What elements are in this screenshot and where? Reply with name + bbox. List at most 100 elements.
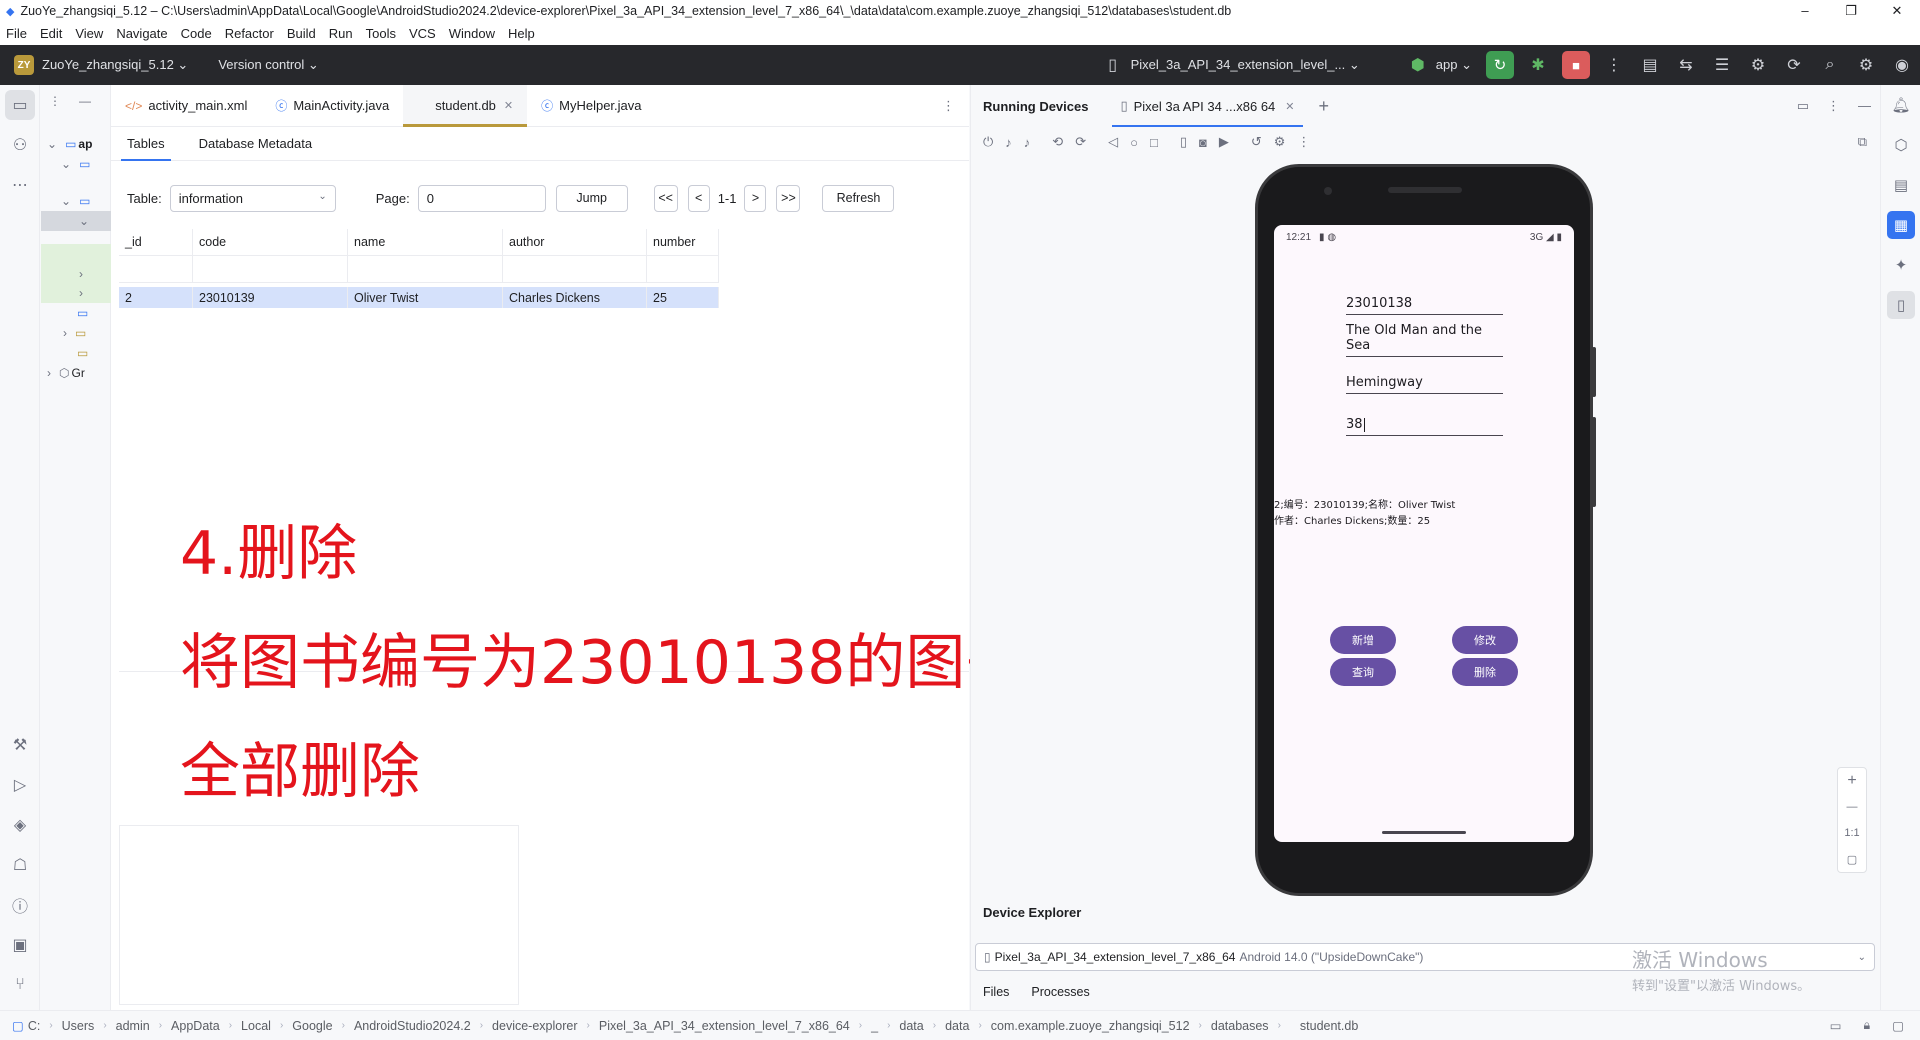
breadcrumb-item[interactable]: student.db [1300, 1019, 1358, 1033]
jump-button[interactable]: Jump [555, 184, 628, 212]
volume-up-icon[interactable]: ♪ [1005, 135, 1012, 150]
table-select[interactable]: information ⌄ [169, 184, 336, 212]
number-field[interactable]: 38 [1346, 410, 1503, 436]
power-icon[interactable]: ⏻ [983, 134, 993, 150]
breadcrumb-item[interactable]: AppData [171, 1019, 220, 1033]
menu-edit[interactable]: Edit [40, 26, 62, 41]
record-icon[interactable]: ▶ [1219, 134, 1229, 150]
run-config-selector[interactable]: app ⌄ [1436, 57, 1472, 73]
layout-icon[interactable]: ▭ [1830, 1018, 1842, 1033]
menu-window[interactable]: Window [449, 26, 495, 41]
table-cell[interactable] [647, 256, 719, 282]
tab-files[interactable]: Files [983, 985, 1009, 999]
settings-icon[interactable]: ⚙ [1848, 55, 1884, 75]
close-tab-icon[interactable]: ✕ [1285, 100, 1294, 113]
table-cell[interactable] [193, 256, 348, 282]
more-actions-icon[interactable]: ⋮ [1596, 55, 1632, 75]
debug-icon[interactable]: ✱ [1520, 55, 1556, 75]
zoom-in-button[interactable]: + [1847, 768, 1856, 794]
book-name-field[interactable]: The Old Man and the Sea [1346, 323, 1503, 357]
profiler-icon[interactable]: ⚙ [1740, 55, 1776, 75]
table-cell[interactable]: Oliver Twist [348, 287, 503, 308]
breadcrumb-item[interactable]: Pixel_3a_API_34_extension_level_7_x86_64 [599, 1019, 850, 1033]
table-row[interactable]: 2 23010139 Oliver Twist Charles Dickens … [119, 287, 719, 308]
breadcrumb-item[interactable]: AndroidStudio2024.2 [354, 1019, 471, 1033]
breadcrumb-item[interactable]: data [899, 1019, 923, 1033]
breadcrumb-item[interactable]: C: [28, 1019, 41, 1033]
terminal-icon[interactable]: ▣ [0, 925, 40, 965]
tree-node-selected[interactable]: ⌄ [41, 211, 111, 231]
build-icon[interactable]: ⚒ [0, 725, 40, 765]
breadcrumb-item[interactable]: device-explorer [492, 1019, 577, 1033]
add-button[interactable]: 新增 [1330, 626, 1396, 654]
table-cell[interactable]: Charles Dickens [503, 287, 647, 308]
device-manager-icon[interactable]: ▤ [1632, 55, 1668, 75]
breadcrumb-item[interactable]: Local [241, 1019, 271, 1033]
snapshot-icon[interactable]: ↺ [1251, 134, 1262, 150]
zoom-out-button[interactable]: — [1847, 794, 1858, 820]
minimize-button[interactable]: – [1782, 0, 1828, 22]
tab-activity-main-xml[interactable]: </> activity_main.xml [111, 85, 261, 126]
menu-help[interactable]: Help [508, 26, 535, 41]
menu-navigate[interactable]: Navigate [116, 26, 167, 41]
options-icon[interactable]: ⋮ [1827, 98, 1840, 114]
column-header[interactable]: number [647, 229, 719, 255]
more-tools-icon[interactable]: ⋯ [0, 165, 40, 205]
gesture-bar[interactable] [1382, 831, 1466, 834]
more-icon[interactable]: ⋮ [1297, 134, 1310, 150]
menu-build[interactable]: Build [287, 26, 316, 41]
device-explorer-icon[interactable]: ▦ [1887, 211, 1915, 239]
resource-manager-icon[interactable]: ⚇ [0, 125, 40, 165]
tab-overflow-icon[interactable]: ⋮ [942, 85, 955, 126]
first-page-button[interactable]: << [653, 184, 678, 212]
menu-view[interactable]: View [75, 26, 103, 41]
tree-node-folder[interactable]: ⌄ ▭ [41, 154, 111, 174]
git-icon[interactable]: ⑂ [0, 965, 40, 1005]
table-cell[interactable] [119, 256, 193, 282]
tree-node-folder[interactable]: › ▭ [41, 323, 111, 343]
breadcrumb-item[interactable]: admin [116, 1019, 150, 1033]
device-selector[interactable]: Pixel_3a_API_34_extension_level_... ⌄ [1131, 57, 1360, 73]
zoom-actual-button[interactable]: 1:1 [1844, 820, 1859, 846]
logcat-icon[interactable]: ☖ [0, 845, 40, 885]
tree-node-green[interactable] [41, 244, 111, 264]
edit-button[interactable]: 修改 [1452, 626, 1518, 654]
lock-icon[interactable]: 🔒︎ [1864, 1018, 1871, 1033]
home-icon[interactable]: ○ [1130, 135, 1138, 150]
column-header[interactable]: name [348, 229, 503, 255]
project-selector[interactable]: ZuoYe_zhangsiqi_5.12 ⌄ [42, 57, 188, 73]
last-page-button[interactable]: >> [776, 184, 801, 212]
column-header[interactable]: author [503, 229, 647, 255]
rerun-icon[interactable]: ↻ [1486, 51, 1514, 79]
breadcrumb-item[interactable]: com.example.zuoye_zhangsiqi_512 [991, 1019, 1190, 1033]
close-window-button[interactable]: ✕ [1874, 0, 1920, 22]
table-cell[interactable]: 25 [647, 287, 719, 308]
app-inspection-icon[interactable]: ◈ [0, 805, 40, 845]
table-cell[interactable] [503, 256, 647, 282]
menu-refactor[interactable]: Refactor [225, 26, 274, 41]
tree-node-app[interactable]: ⌄ ▭ ap [41, 134, 111, 154]
tree-node-folder[interactable]: ⌄ ▭ [41, 191, 111, 211]
breadcrumb-item[interactable]: _ [871, 1019, 878, 1033]
tab-student-db[interactable]: student.db ✕ [403, 85, 528, 127]
search-icon[interactable]: ⌕ [1812, 56, 1848, 74]
gradle-sync-icon[interactable]: ⟳ [1776, 55, 1812, 75]
restore-button[interactable]: ❐ [1828, 0, 1874, 22]
breadcrumb-item[interactable]: Google [292, 1019, 332, 1033]
project-folder-icon[interactable]: ▭ [5, 90, 35, 120]
column-header[interactable]: _id [119, 229, 193, 255]
hide-panel-icon[interactable]: — [1858, 98, 1871, 114]
tab-myhelper-java[interactable]: ⓒ MyHelper.java [527, 85, 655, 126]
sync-icon[interactable]: ⇆ [1668, 55, 1704, 75]
tree-node-green[interactable]: › [41, 283, 111, 303]
device-tab[interactable]: ▯ Pixel 3a API 34 ...x86 64 ✕ [1112, 85, 1303, 127]
layout-icon[interactable]: ▭ [1797, 98, 1809, 114]
fold-icon[interactable]: ▯ [1180, 134, 1187, 150]
author-field[interactable]: Hemingway [1346, 368, 1503, 394]
delete-button[interactable]: 删除 [1452, 658, 1518, 686]
page-input[interactable]: 0 [417, 184, 546, 212]
menu-tools[interactable]: Tools [366, 26, 396, 41]
mirror-icon[interactable]: ⧉ [1858, 134, 1867, 150]
query-button[interactable]: 查询 [1330, 658, 1396, 686]
code-field[interactable]: 23010138 [1346, 289, 1503, 315]
